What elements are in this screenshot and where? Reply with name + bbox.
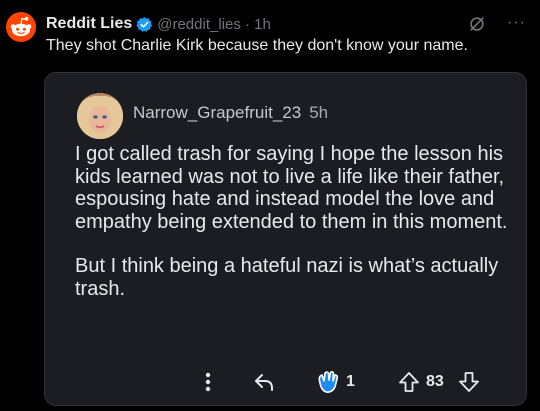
more-vertical-icon[interactable] <box>200 369 216 395</box>
body-paragraph: But I think being a hateful nazi is what… <box>75 255 499 300</box>
post-time: 5h <box>309 103 329 122</box>
grok-icon[interactable] <box>468 13 488 35</box>
reply-icon[interactable] <box>253 369 275 395</box>
upvote-icon[interactable] <box>398 369 420 395</box>
award-count: 1 <box>346 373 355 390</box>
quoted-post-header: Narrow_Grapefruit_23 5h <box>133 103 328 123</box>
downvote-icon[interactable] <box>458 369 480 395</box>
tweet: Reddit Lies @reddit_lies · 1h ··· They s… <box>0 0 540 411</box>
verified-badge-icon <box>136 16 153 33</box>
action-bar: 1 83 <box>200 369 510 395</box>
tweet-header: Reddit Lies @reddit_lies · 1h ··· <box>46 13 528 35</box>
handle-and-time[interactable]: @reddit_lies · 1h <box>157 16 271 33</box>
author-name[interactable]: Reddit Lies <box>46 15 132 33</box>
more-icon[interactable]: ··· <box>507 13 526 35</box>
tweet-text: They shot Charlie Kirk because they don'… <box>46 37 468 54</box>
user-avatar[interactable] <box>77 93 123 139</box>
body-paragraph: I got called trash for saying I hope the… <box>75 143 508 233</box>
award-icon[interactable] <box>316 369 342 395</box>
reddit-logo-icon[interactable] <box>6 12 36 42</box>
quoted-post-body: I got called trash for saying I hope the… <box>75 143 520 300</box>
username[interactable]: Narrow_Grapefruit_23 <box>133 103 301 123</box>
quoted-post-card[interactable]: Narrow_Grapefruit_23 5h I got called tra… <box>44 72 527 406</box>
vote-count: 83 <box>426 373 444 390</box>
